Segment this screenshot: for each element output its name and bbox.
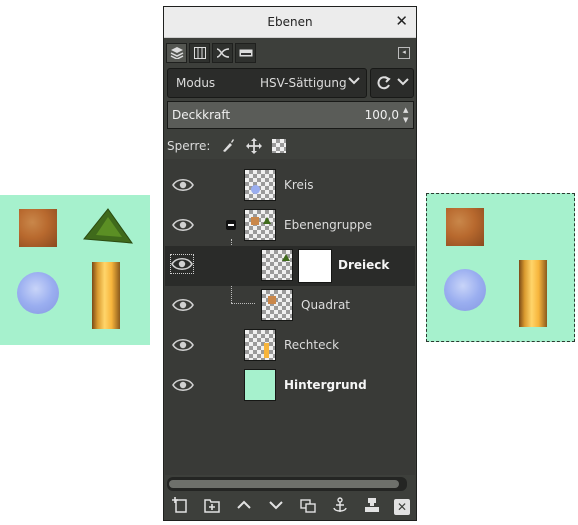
delete-layer-icon[interactable]: ✕	[394, 498, 410, 515]
opacity-label: Deckkraft	[172, 108, 231, 122]
layer-name: Quadrat	[301, 298, 351, 312]
layer-toolbar: ✕	[164, 493, 416, 520]
reset-icon	[376, 75, 392, 95]
horizontal-scrollbar[interactable]	[167, 477, 407, 491]
layer-thumbnail	[244, 369, 276, 401]
new-layer-icon[interactable]	[170, 496, 190, 517]
layer-list: Kreis Ebenengruppe Dreieck Quadrat Recht…	[165, 159, 415, 475]
anchor-icon[interactable]	[330, 496, 350, 517]
layer-mask-thumbnail[interactable]	[298, 249, 332, 283]
lock-alpha-icon[interactable]	[272, 139, 287, 153]
lock-row: Sperre:	[167, 137, 287, 155]
layer-name: Dreieck	[338, 258, 390, 272]
lock-position-icon[interactable]	[246, 138, 263, 154]
mask-icon[interactable]	[362, 497, 382, 517]
opacity-field[interactable]: Deckkraft 100,0 ▲ ▼	[167, 101, 414, 129]
triangle-shape	[83, 208, 134, 244]
mode-select[interactable]: Modus HSV-Sättigung	[167, 68, 367, 98]
duplicate-layer-icon[interactable]	[298, 497, 318, 517]
layer-row-quadrat[interactable]: Quadrat	[165, 286, 415, 326]
composite-mode-select[interactable]	[370, 68, 414, 98]
mode-label: Modus	[176, 76, 216, 90]
tab-menu-icon[interactable]: ◂	[398, 47, 410, 59]
dock-tabs	[166, 43, 256, 63]
layer-thumbnail	[244, 169, 276, 201]
layer-row-ebenengruppe[interactable]: Ebenengruppe	[165, 206, 415, 246]
lock-pixels-icon[interactable]	[220, 138, 236, 154]
layer-thumbnail	[244, 209, 276, 241]
lock-label: Sperre:	[167, 139, 211, 153]
layers-dialog: Ebenen ✕ ◂ Modus HSV-Sättigung Deckkraft…	[163, 6, 417, 521]
layer-row-dreieck[interactable]: Dreieck	[165, 246, 415, 286]
eye-icon[interactable]	[170, 254, 194, 274]
eye-icon[interactable]	[172, 336, 194, 354]
canvas-preview-left	[0, 195, 150, 345]
canvas-preview-right	[426, 193, 575, 342]
square-shape	[19, 209, 57, 247]
scrollbar-thumb[interactable]	[169, 480, 399, 488]
opacity-value: 100,0	[364, 108, 399, 122]
paths-tab-icon[interactable]	[212, 43, 233, 63]
channels-tab-icon[interactable]	[189, 43, 210, 63]
close-icon[interactable]: ✕	[395, 12, 408, 30]
eye-icon[interactable]	[172, 216, 194, 234]
eye-icon[interactable]	[172, 296, 194, 314]
undo-history-tab-icon[interactable]	[235, 43, 256, 63]
layer-thumbnail	[261, 249, 293, 281]
square-shape	[446, 208, 484, 246]
layer-name: Ebenengruppe	[284, 218, 372, 232]
layer-row-hintergrund[interactable]: Hintergrund	[165, 366, 415, 406]
raise-layer-icon[interactable]	[234, 497, 254, 517]
collapse-icon[interactable]	[226, 220, 236, 230]
layer-row-rechteck[interactable]: Rechteck	[165, 326, 415, 366]
rectangle-shape	[92, 262, 120, 329]
dialog-title: Ebenen	[267, 15, 313, 29]
eye-icon[interactable]	[172, 376, 194, 394]
eye-icon[interactable]	[172, 176, 194, 194]
layer-name: Hintergrund	[284, 378, 367, 392]
chevron-down-icon	[397, 75, 409, 91]
lower-layer-icon[interactable]	[266, 497, 286, 517]
layer-name: Rechteck	[284, 338, 340, 352]
layers-tab-icon[interactable]	[166, 43, 187, 63]
circle-shape	[444, 269, 486, 311]
spin-arrows-icon[interactable]: ▲ ▼	[403, 105, 411, 125]
layer-thumbnail	[244, 329, 276, 361]
layer-thumbnail	[261, 289, 293, 321]
title-bar: Ebenen ✕	[164, 7, 416, 38]
chevron-down-icon	[348, 74, 360, 89]
circle-shape	[17, 272, 59, 314]
layer-name: Kreis	[284, 178, 314, 192]
rectangle-shape	[519, 260, 547, 327]
mode-value: HSV-Sättigung	[260, 76, 347, 90]
new-layer-group-icon[interactable]	[202, 497, 222, 517]
layer-row-kreis[interactable]: Kreis	[165, 166, 415, 206]
